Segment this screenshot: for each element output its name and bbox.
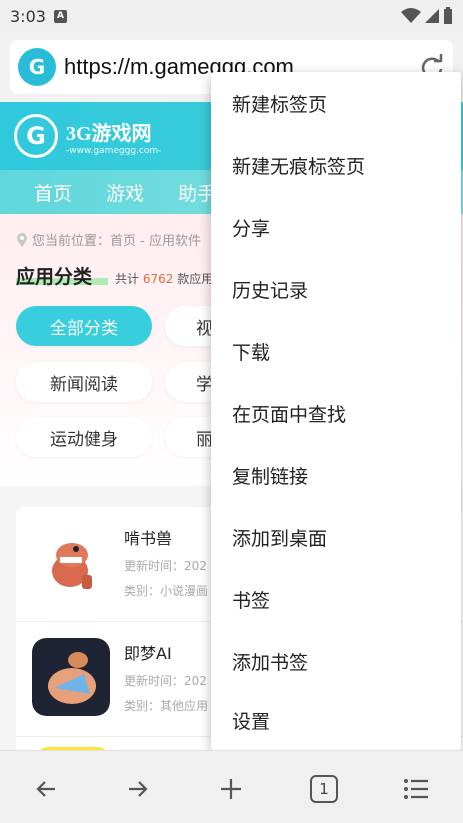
forward-button[interactable] xyxy=(120,771,156,807)
menu-new-tab[interactable]: 新建标签页 xyxy=(211,72,461,134)
menu-settings[interactable]: 设置 xyxy=(211,689,461,751)
app-name[interactable]: 啃书兽 xyxy=(124,525,172,549)
menu-new-incognito-tab[interactable]: 新建无痕标签页 xyxy=(211,134,461,196)
app-updated: 更新时间：202 xyxy=(124,559,207,573)
menu-add-bookmark[interactable]: 添加书签 xyxy=(211,630,461,692)
nav-home[interactable]: 首页 xyxy=(34,179,72,206)
signal-icon xyxy=(425,9,439,23)
pill-sports-fitness[interactable]: 运动健身 xyxy=(16,417,152,457)
breadcrumb: 您当前位置：首页 - 应用软件 xyxy=(16,230,201,249)
arrow-left-icon xyxy=(36,781,55,797)
menu-button[interactable] xyxy=(398,771,434,807)
site-logo-text: 3G游戏网 -www.gameggg.com- xyxy=(66,117,161,156)
app-name[interactable]: 即梦AI xyxy=(124,640,172,664)
category-title: 应用分类 xyxy=(16,266,93,288)
nav-games[interactable]: 游戏 xyxy=(106,179,144,206)
site-logo[interactable]: G xyxy=(14,114,58,158)
category-count: 共计 6762 款应用 xyxy=(115,270,213,287)
ai-app-icon xyxy=(32,638,110,716)
tab-count: 1 xyxy=(310,775,338,803)
menu-share[interactable]: 分享 xyxy=(211,196,461,258)
arrow-right-icon xyxy=(129,781,148,797)
menu-find-in-page[interactable]: 在页面中查找 xyxy=(211,382,461,444)
count-prefix: 共计 xyxy=(115,272,140,286)
bottom-toolbar: 1 xyxy=(0,750,463,823)
count-number: 6762 xyxy=(142,272,174,286)
count-suffix: 款应用 xyxy=(177,272,214,286)
battery-icon xyxy=(444,7,452,24)
app-type: 类别：小说漫画 xyxy=(124,584,209,598)
menu-bookmarks[interactable]: 书签 xyxy=(211,568,461,630)
status-icons xyxy=(401,7,453,25)
site-favicon: G xyxy=(18,48,56,86)
status-bar: 3:03 A xyxy=(0,0,463,32)
wifi-icon xyxy=(401,8,421,23)
list-menu-icon xyxy=(404,779,428,799)
overflow-menu: 新建标签页 新建无痕标签页 分享 历史记录 下载 在页面中查找 复制链接 添加到… xyxy=(211,72,461,750)
menu-history[interactable]: 历史记录 xyxy=(211,258,461,320)
app-updated: 更新时间：202 xyxy=(124,674,207,688)
tabs-button[interactable]: 1 xyxy=(306,771,342,807)
menu-downloads[interactable]: 下载 xyxy=(211,320,461,382)
app-type: 类别：其他应用 xyxy=(124,699,209,713)
pill-all-categories[interactable]: 全部分类 xyxy=(16,306,152,346)
site-domain: -www.gameggg.com- xyxy=(66,145,162,156)
menu-copy-link[interactable]: 复制链接 xyxy=(211,444,461,506)
dinosaur-app-icon xyxy=(32,523,110,601)
pill-news-reading[interactable]: 新闻阅读 xyxy=(16,362,152,402)
menu-add-to-home[interactable]: 添加到桌面 xyxy=(211,506,461,568)
breadcrumb-text: 您当前位置：首页 - 应用软件 xyxy=(32,234,201,249)
back-button[interactable] xyxy=(28,771,64,807)
status-time: 3:03 xyxy=(10,6,46,26)
plus-icon xyxy=(221,779,241,799)
notification-badge: A xyxy=(53,9,67,23)
site-name: 3G游戏网 xyxy=(66,122,152,145)
new-tab-button[interactable] xyxy=(213,771,249,807)
location-icon xyxy=(17,232,27,247)
